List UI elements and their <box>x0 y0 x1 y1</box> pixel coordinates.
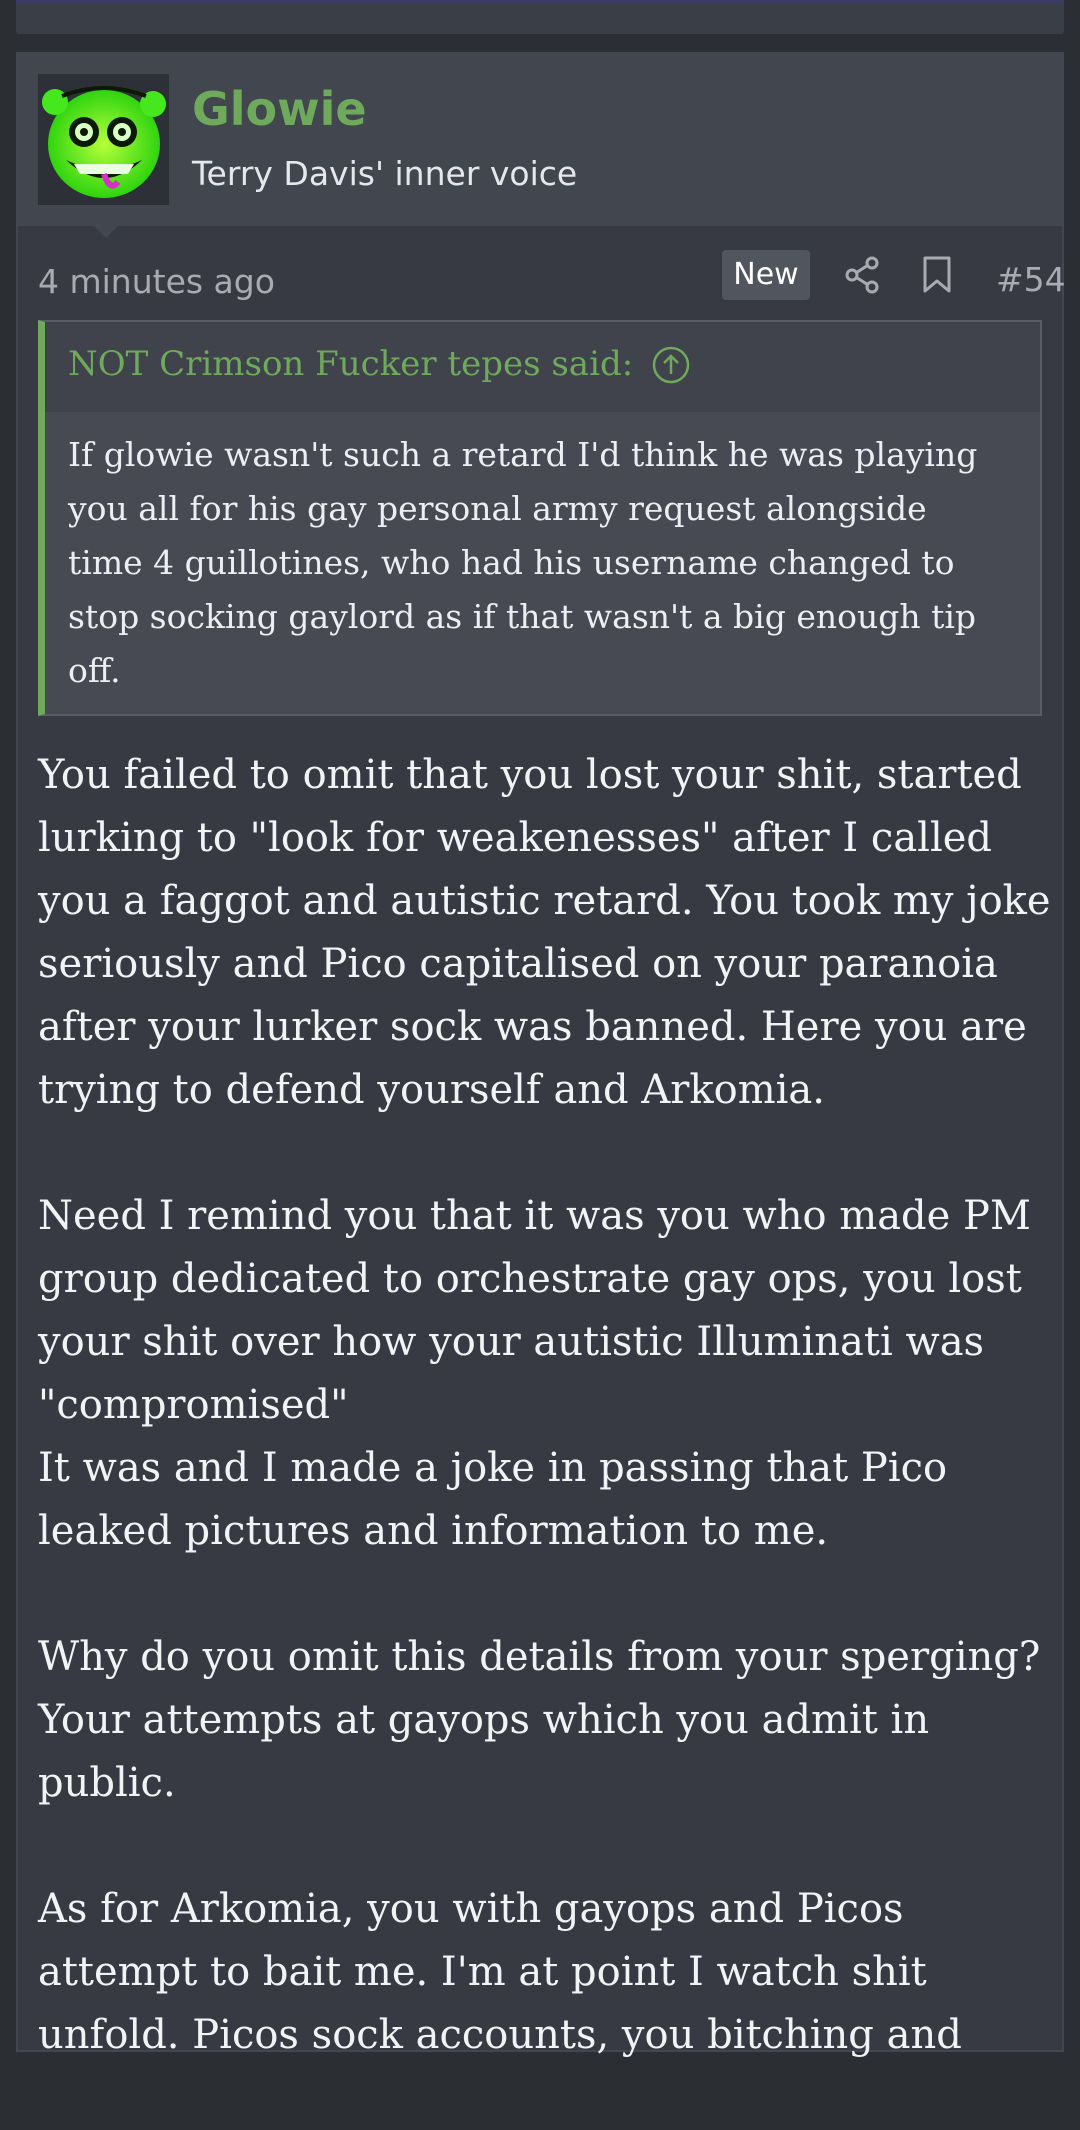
post-user-header: Glowie Terry Davis' inner voice <box>18 54 1062 226</box>
quote-line: off. <box>68 651 121 690</box>
post-number-link[interactable]: #54 <box>996 260 1066 299</box>
header-pointer <box>94 226 118 238</box>
quote-line: If glowie wasn't such a retard I'd think… <box>68 435 978 474</box>
share-icon[interactable] <box>844 256 880 294</box>
message-line: Why do you omit this details from your s… <box>38 1634 1041 1680</box>
post-message-body: You failed to omit that you lost your sh… <box>38 744 1062 2130</box>
message-line: Need I remind you that it was you who ma… <box>38 1193 1031 1239</box>
message-line: unfold. Picos sock accounts, you bitchin… <box>38 2012 962 2058</box>
message-paragraph: Why do you omit this details from your s… <box>38 1626 1062 1815</box>
message-paragraph: Need I remind you that it was you who ma… <box>38 1185 1062 1563</box>
message-line: You failed to omit that you lost your sh… <box>38 752 1022 798</box>
quote-line: time 4 guillotines, who had his username… <box>68 543 955 582</box>
arrow-up-circle-icon[interactable] <box>651 345 691 385</box>
avatar[interactable] <box>38 74 169 205</box>
message-line: It was and I made a joke in passing that… <box>38 1445 948 1491</box>
new-badge: New <box>722 250 810 300</box>
message-line: you a faggot and autistic retard. You to… <box>38 878 1051 924</box>
message-line: As for Arkomia, you with gayops and Pico… <box>38 1886 904 1932</box>
message-line: your shit over how your autistic Illumin… <box>38 1319 985 1365</box>
quote-header: NOT Crimson Fucker tepes said: <box>45 322 1040 412</box>
message-paragraph: You failed to omit that you lost your sh… <box>38 744 1062 1122</box>
message-line: lurking to "look for weakenesses" after … <box>38 815 993 861</box>
glowing-face-avatar-icon <box>38 74 169 205</box>
message-line: Your attempts at gayops which you admit … <box>38 1697 930 1743</box>
message-line: attempt to bait me. I'm at point I watch… <box>38 1949 927 1995</box>
quote-block: NOT Crimson Fucker tepes said: If glowie… <box>38 320 1042 716</box>
post-meta-bar: 4 minutes ago New #54 <box>38 250 1066 310</box>
message-line: seriously and Pico capitalised on your p… <box>38 941 998 987</box>
previous-post-footer <box>16 0 1064 34</box>
message-line: public. <box>38 1760 176 1806</box>
bookmark-icon[interactable] <box>922 256 952 294</box>
post-username[interactable]: Glowie <box>192 82 367 136</box>
message-line: trying to defend yourself and Arkomia. <box>38 1067 825 1113</box>
post-timestamp[interactable]: 4 minutes ago <box>38 262 275 301</box>
message-line: "compromised" <box>38 1382 349 1428</box>
quote-author[interactable]: NOT Crimson Fucker tepes said: <box>68 344 633 384</box>
message-line: group dedicated to orchestrate gay ops, … <box>38 1256 1022 1302</box>
message-line: after your lurker sock was banned. Here … <box>38 1004 1027 1050</box>
quote-line: you all for his gay personal army reques… <box>68 489 927 528</box>
user-title: Terry Davis' inner voice <box>192 154 578 193</box>
message-line: leaked pictures and information to me. <box>38 1508 829 1554</box>
quote-text: If glowie wasn't such a retard I'd think… <box>68 428 1028 698</box>
forum-post: Glowie Terry Davis' inner voice 4 minute… <box>16 52 1066 2058</box>
quote-line: stop socking gaylord as if that wasn't a… <box>68 597 977 636</box>
